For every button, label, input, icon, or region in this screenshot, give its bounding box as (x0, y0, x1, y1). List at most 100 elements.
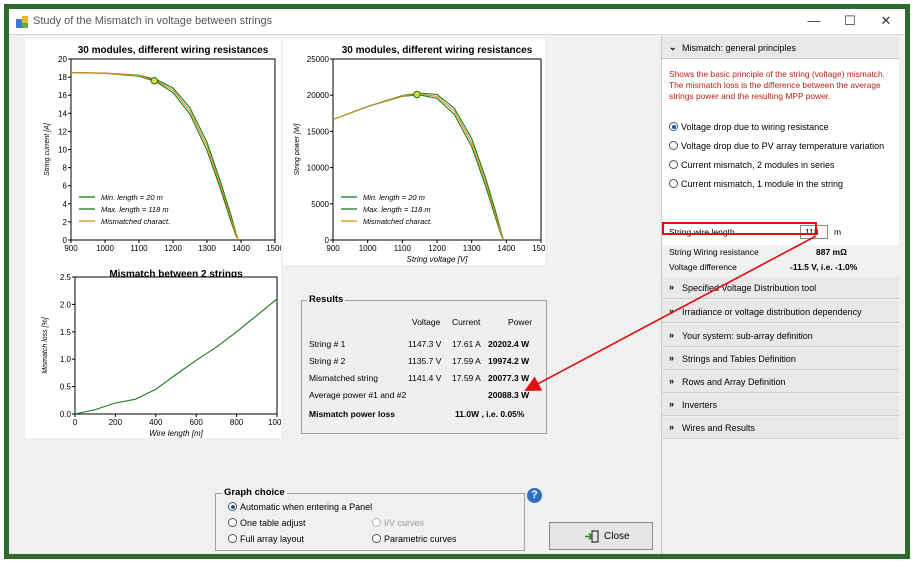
help-icon[interactable]: ? (527, 488, 542, 503)
x-tick-label: 1500 (266, 244, 281, 253)
legend-entry: Mismatched charact. (101, 217, 170, 226)
y-tick-label: 10 (58, 146, 67, 155)
y-tick-label: 2 (63, 218, 68, 227)
current-voltage-plot: 30 modules, different wiring resistances… (25, 39, 281, 265)
accordion-irradiance[interactable]: » Irradiance or voltage distribution dep… (662, 301, 899, 323)
results-header-current: Current (452, 317, 481, 327)
y-tick-label: 14 (58, 109, 67, 118)
y-tick-label: 0 (325, 236, 330, 245)
legend-entry: Mismatched charact. (363, 217, 432, 226)
y-tick-label: 18 (58, 73, 67, 82)
x-tick-label: 1000 (359, 244, 377, 253)
y-tick-label: 15000 (307, 127, 330, 136)
chevron-down-icon: ⌄ (669, 42, 677, 52)
y-tick-label: 8 (63, 164, 68, 173)
x-axis-label: String voltage [V] (407, 255, 469, 264)
x-tick-label: 1200 (164, 244, 182, 253)
radio-voltage-drop-temperature[interactable]: Voltage drop due to PV array temperature… (669, 141, 884, 151)
mpp-marker (413, 90, 421, 99)
chart-title: 30 modules, different wiring resistances (342, 45, 533, 56)
x-tick-label: 900 (64, 244, 78, 253)
y-tick-label: 4 (63, 200, 68, 209)
results-legend: Results (307, 294, 346, 305)
row2-power: 19974.2 W (488, 356, 530, 366)
close-window-button[interactable]: ✕ (871, 11, 901, 31)
option-label: Voltage drop due to wiring resistance (681, 122, 829, 132)
right-pane: ⌄ Mismatch: general principles Shows the… (661, 36, 899, 554)
accordion-label: Your system: sub-array definition (682, 331, 813, 341)
plot-area (74, 276, 278, 415)
accordion-inverters[interactable]: » Inverters (662, 394, 899, 416)
power-voltage-chart: 30 modules, different wiring resistances… (294, 45, 545, 264)
legend-entry: Min. length = 20 m (363, 193, 425, 202)
x-tick-label: 1400 (497, 244, 515, 253)
wire-length-unit: m (834, 227, 842, 237)
principles-panel: Shows the basic principle of the string … (662, 59, 899, 245)
radio-dot (669, 179, 678, 188)
accordion-sub-array[interactable]: » Your system: sub-array definition (662, 325, 899, 347)
window-title: Study of the Mismatch in voltage between… (33, 15, 273, 27)
accordion-strings-tables[interactable]: » Strings and Tables Definition (662, 348, 899, 370)
chevron-right-icon: » (669, 282, 675, 292)
voltage-diff-label: Voltage difference (669, 262, 737, 272)
x-tick-label: 1100 (394, 244, 412, 253)
x-tick-label: 0 (73, 418, 78, 427)
maximize-button[interactable]: ☐ (835, 11, 865, 31)
left-pane: 30 modules, different wiring resistances… (9, 36, 659, 554)
results-group: Results Voltage Current Power String # 1… (301, 294, 547, 434)
loss-value: 11.0W , i.e. 0.05% (455, 409, 525, 419)
radio-iv-curves-label: I/V curves (384, 518, 425, 528)
y-axis-label: String power [W] (294, 123, 301, 176)
results-header-voltage: Voltage (412, 317, 441, 327)
radio-automatic[interactable]: Automatic when entering a Panel (228, 502, 372, 512)
y-tick-label: 1.0 (60, 355, 72, 364)
accordion-rows-array[interactable]: » Rows and Array Definition (662, 371, 899, 393)
principles-description: Shows the basic principle of the string … (669, 69, 885, 101)
accordion-label: Inverters (682, 400, 718, 410)
row1-label: String # 1 (309, 339, 346, 349)
y-axis-label: String current [A] (44, 122, 51, 176)
average-label: Average power #1 and #2 (309, 390, 407, 400)
title-bar: Study of the Mismatch in voltage between… (9, 9, 905, 35)
y-tick-label: 20000 (307, 91, 330, 100)
radio-voltage-drop-wiring[interactable]: Voltage drop due to wiring resistance (669, 122, 829, 132)
radio-parametric-label: Parametric curves (384, 534, 457, 544)
graph-choice-legend: Graph choice (222, 487, 287, 498)
accordion-wires-results[interactable]: » Wires and Results (662, 417, 899, 439)
mismatch-plot: Mismatch between 2 strings 0 200 400 600 800 1… (25, 263, 281, 438)
close-button[interactable]: Close (549, 522, 653, 550)
radio-iv-curves[interactable]: I/V curves (372, 518, 424, 528)
loss-label: Mismatch power loss (309, 409, 395, 419)
accordion-label: Strings and Tables Definition (682, 354, 796, 364)
radio-one-table-label: One table adjust (240, 518, 306, 528)
radio-dot (228, 502, 237, 511)
x-tick-label: 600 (190, 418, 204, 427)
x-tick-label: 900 (326, 244, 340, 253)
app-icon (16, 16, 28, 28)
radio-dot (669, 122, 678, 131)
option-label: Current mismatch, 2 modules in series (681, 160, 835, 170)
radio-current-mismatch-1[interactable]: Current mismatch, 1 module in the string (669, 179, 843, 189)
y-tick-label: 6 (63, 182, 68, 191)
accordion-label: Wires and Results (682, 423, 756, 433)
x-tick-label: 1300 (198, 244, 216, 253)
row3-label: Mismatched string (309, 373, 378, 383)
chevron-right-icon: » (669, 399, 675, 409)
radio-dot (228, 518, 237, 527)
radio-current-mismatch-2[interactable]: Current mismatch, 2 modules in series (669, 160, 835, 170)
row3-power: 20077.3 W (488, 373, 530, 383)
chevron-right-icon: » (669, 306, 675, 316)
radio-one-table[interactable]: One table adjust (228, 518, 306, 528)
legend-entry: Max. length = 118 m (363, 205, 431, 214)
voltage-diff-value: -11.5 V, i.e. -1.0% (790, 262, 858, 272)
legend-entry: Max. length = 118 m (101, 205, 169, 214)
minimize-button[interactable]: — (799, 11, 829, 31)
accordion-voltage-distribution[interactable]: » Specified Voltage Distribution tool (662, 277, 899, 299)
row2-voltage: 1135.7 V (408, 356, 442, 366)
radio-parametric[interactable]: Parametric curves (372, 534, 457, 544)
radio-full-array[interactable]: Full array layout (228, 534, 304, 544)
accordion-principles[interactable]: ⌄ Mismatch: general principles (662, 37, 899, 59)
chart-title: 30 modules, different wiring resistances (78, 45, 269, 56)
radio-full-array-label: Full array layout (240, 534, 305, 544)
chevron-right-icon: » (669, 376, 675, 386)
